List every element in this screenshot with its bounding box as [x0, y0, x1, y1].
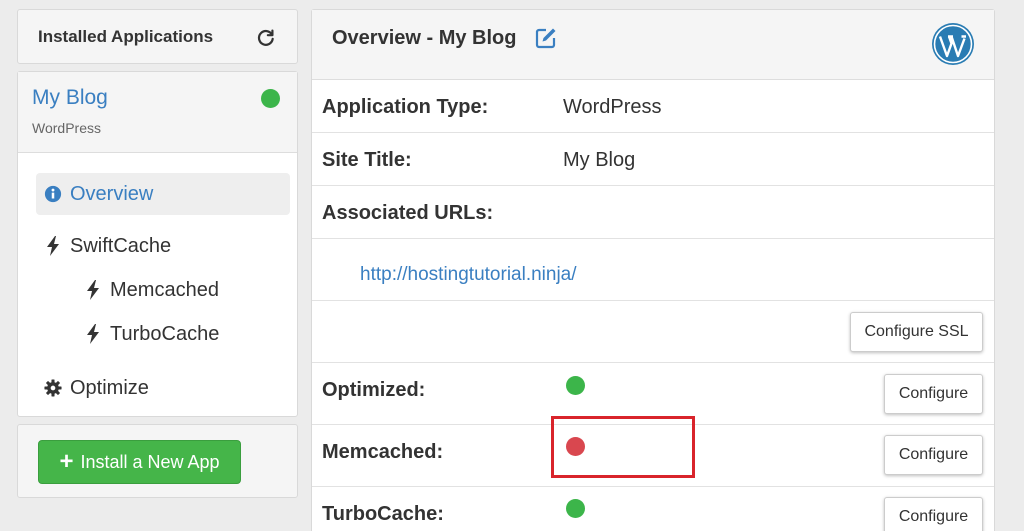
turbocache-status-indicator: [566, 499, 585, 518]
nav-item-swiftcache[interactable]: SwiftCache: [44, 225, 171, 267]
nav-item-memcached[interactable]: Memcached: [84, 269, 219, 311]
installed-applications-header: Installed Applications: [17, 9, 298, 64]
highlight-annotation: [551, 416, 695, 478]
app-status-indicator: [261, 89, 280, 108]
configure-turbocache-button[interactable]: Configure: [884, 497, 983, 531]
app-card: My Blog WordPress Overview SwiftCache Me…: [17, 71, 298, 417]
bolt-icon: [87, 324, 99, 344]
associated-urls-label: Associated URLs:: [322, 202, 494, 224]
app-type: WordPress: [32, 120, 101, 136]
nav-item-turbocache[interactable]: TurboCache: [84, 313, 219, 355]
row-application-type: Application Type: WordPress: [312, 80, 994, 133]
application-type-value: WordPress: [563, 96, 662, 118]
nav-item-label: SwiftCache: [70, 234, 172, 257]
row-ssl: Configure SSL: [312, 301, 994, 363]
nav-item-optimize[interactable]: Optimize: [44, 367, 149, 409]
install-new-app-button[interactable]: + Install a New App: [38, 440, 241, 484]
refresh-icon[interactable]: [255, 26, 277, 48]
configure-memcached-button[interactable]: Configure: [884, 435, 983, 475]
install-panel: + Install a New App: [17, 424, 298, 498]
plus-icon: +: [59, 448, 74, 475]
site-title-label: Site Title:: [322, 149, 412, 171]
application-type-label: Application Type:: [322, 96, 489, 118]
optimized-label: Optimized:: [322, 379, 426, 401]
configure-optimized-button[interactable]: Configure: [884, 374, 983, 414]
page-title: Overview - My Blog: [332, 27, 517, 49]
site-url-link[interactable]: http://hostingtutorial.ninja/: [360, 264, 577, 286]
bolt-icon: [87, 280, 99, 300]
installed-applications-title: Installed Applications: [38, 26, 214, 46]
app-card-header[interactable]: My Blog WordPress: [18, 72, 297, 153]
nav-item-label: Optimize: [70, 376, 149, 399]
memcached-label: Memcached:: [322, 441, 444, 463]
row-associated-urls: Associated URLs:: [312, 186, 994, 239]
optimized-status-indicator: [566, 376, 585, 395]
wordpress-logo-icon: [932, 23, 974, 65]
install-new-app-label: Install a New App: [80, 451, 220, 472]
edit-icon[interactable]: [535, 27, 557, 49]
row-site-title: Site Title: My Blog: [312, 133, 994, 186]
site-title-value: My Blog: [563, 149, 636, 171]
nav-item-label: Overview: [70, 182, 154, 205]
overview-header: Overview - My Blog: [312, 10, 994, 80]
configure-ssl-button[interactable]: Configure SSL: [850, 312, 983, 352]
nav-item-label: Memcached: [110, 278, 219, 301]
app-name[interactable]: My Blog: [32, 86, 283, 110]
info-circle-icon: [44, 185, 62, 203]
row-url: http://hostingtutorial.ninja/: [312, 239, 994, 301]
nav-item-overview[interactable]: Overview: [36, 173, 290, 215]
nav-item-label: TurboCache: [110, 322, 220, 345]
gear-icon: [44, 379, 62, 397]
turbocache-label: TurboCache:: [322, 503, 444, 525]
row-turbocache: TurboCache: Configure: [312, 487, 994, 531]
bolt-icon: [47, 236, 59, 256]
